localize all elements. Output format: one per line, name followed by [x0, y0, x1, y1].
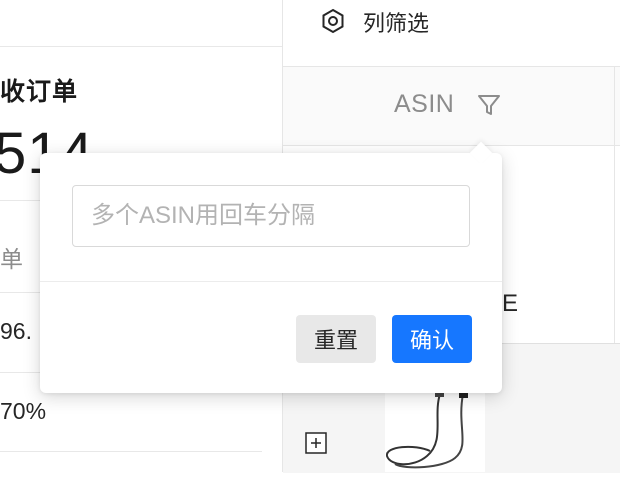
- table-cell: E: [502, 290, 519, 317]
- reset-button[interactable]: 重置: [296, 315, 376, 363]
- divider: [0, 46, 282, 47]
- stat-label: 单: [0, 246, 23, 272]
- stat-value: 96.: [0, 318, 32, 344]
- column-divider: [614, 66, 615, 344]
- filter-icon[interactable]: [476, 92, 502, 118]
- asin-search-input[interactable]: [72, 185, 470, 247]
- card-title: 收订单: [0, 78, 79, 106]
- stat-percent: 70%: [0, 398, 47, 424]
- settings-icon[interactable]: [320, 8, 346, 34]
- column-filter-button[interactable]: 列筛选: [363, 6, 429, 38]
- confirm-button[interactable]: 确认: [392, 315, 472, 363]
- column-header-asin: ASIN: [394, 90, 455, 118]
- expand-row-icon[interactable]: [305, 432, 327, 454]
- popover-divider: [40, 281, 502, 282]
- divider: [0, 451, 262, 452]
